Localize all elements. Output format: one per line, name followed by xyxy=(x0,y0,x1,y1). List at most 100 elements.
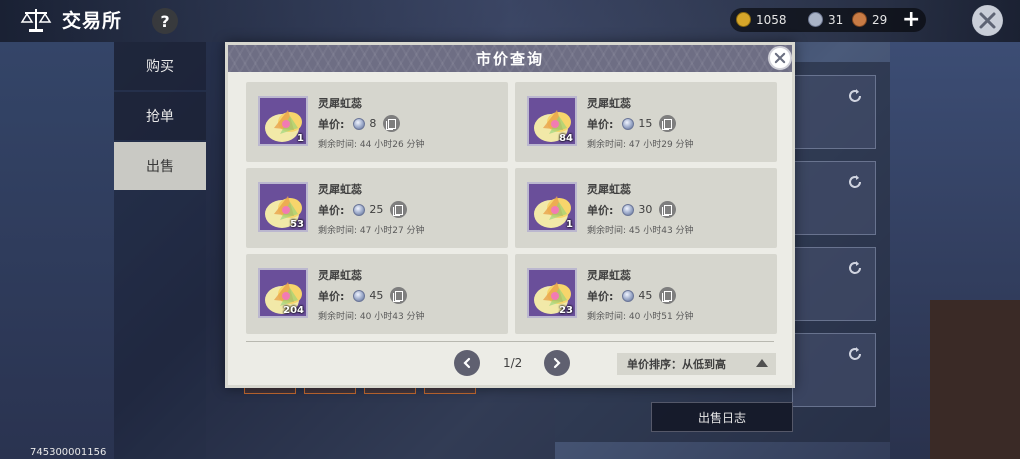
item-quantity: 84 xyxy=(559,133,573,144)
item-name: 灵犀虹蕊 xyxy=(318,269,362,282)
copy-icon[interactable] xyxy=(659,287,677,304)
currency-value: 1058 xyxy=(756,12,787,27)
listing-card[interactable]: 1 灵犀虹蕊 单价: 30 剩余时间: 45 小时43 分钟 xyxy=(515,168,777,248)
item-name: 灵犀虹蕊 xyxy=(587,97,631,110)
copy-icon[interactable] xyxy=(390,287,408,304)
next-page-button[interactable] xyxy=(544,350,570,376)
remaining-time: 剩余时间: 40 小时51 分钟 xyxy=(587,309,694,322)
item-name: 灵犀虹蕊 xyxy=(318,183,362,196)
copy-icon[interactable] xyxy=(659,115,677,132)
copy-icon[interactable] xyxy=(390,201,408,218)
item-thumbnail: 84 xyxy=(527,96,577,146)
chevron-right-icon xyxy=(553,357,561,369)
refresh-icon[interactable] xyxy=(847,260,863,276)
silver-orb-icon xyxy=(353,203,366,216)
item-quantity: 23 xyxy=(559,305,573,316)
copy-icon[interactable] xyxy=(383,115,401,132)
remaining-time: 剩余时间: 47 小时29 分钟 xyxy=(587,137,694,150)
listing-card[interactable]: 1 灵犀虹蕊 单价: 8 剩余时间: 44 小时26 分钟 xyxy=(246,82,508,162)
currency-gold: 1058 xyxy=(736,12,787,27)
remaining-time: 剩余时间: 44 小时26 分钟 xyxy=(318,137,425,150)
tab-buy[interactable]: 购买 xyxy=(114,42,206,90)
time-label: 剩余时间: xyxy=(587,140,627,150)
dialog-header: 市价查询 xyxy=(228,45,792,72)
price-label: 单价: xyxy=(587,117,614,131)
close-icon[interactable] xyxy=(768,46,792,70)
copy-icon[interactable] xyxy=(659,201,677,218)
time-value: 47 小时27 分钟 xyxy=(359,226,425,236)
copper-orb-icon xyxy=(852,12,867,27)
item-thumbnail: 23 xyxy=(527,268,577,318)
refresh-icon[interactable] xyxy=(847,174,863,190)
help-button[interactable]: ? xyxy=(152,8,178,34)
currency-value: 31 xyxy=(828,12,844,27)
listing-card[interactable]: 204 灵犀虹蕊 单价: 45 剩余时间: 40 小时43 分钟 xyxy=(246,254,508,334)
unit-price: 30 xyxy=(638,203,653,216)
time-value: 45 小时43 分钟 xyxy=(628,226,694,236)
page-indicator: 1/2 xyxy=(503,356,523,370)
unit-price: 25 xyxy=(369,203,384,216)
chevron-up-icon xyxy=(756,359,768,367)
remaining-time: 剩余时间: 40 小时43 分钟 xyxy=(318,309,425,322)
price-row: 单价: 45 xyxy=(318,287,408,304)
item-quantity: 1 xyxy=(297,133,304,144)
price-label: 单价: xyxy=(318,289,345,303)
silver-orb-icon xyxy=(353,289,366,302)
price-label: 单价: xyxy=(318,203,345,217)
item-name: 灵犀虹蕊 xyxy=(587,183,631,196)
item-quantity: 1 xyxy=(566,219,573,230)
currency-value: 29 xyxy=(872,12,888,27)
prev-page-button[interactable] xyxy=(454,350,480,376)
unit-price: 45 xyxy=(369,289,384,302)
listing-card[interactable]: 23 灵犀虹蕊 单价: 45 剩余时间: 40 小时51 分钟 xyxy=(515,254,777,334)
item-thumbnail: 1 xyxy=(258,96,308,146)
sort-label: 单价排序：从低到高 xyxy=(627,358,726,371)
item-thumbnail: 204 xyxy=(258,268,308,318)
sort-dropdown[interactable]: 单价排序：从低到高 xyxy=(617,353,776,375)
close-icon[interactable] xyxy=(972,5,1003,36)
sale-slot[interactable] xyxy=(792,333,876,407)
sale-log-button[interactable]: 出售日志 xyxy=(651,402,793,432)
listing-card[interactable]: 53 灵犀虹蕊 单价: 25 剩余时间: 47 小时27 分钟 xyxy=(246,168,508,248)
time-label: 剩余时间: xyxy=(318,312,358,322)
unit-price: 15 xyxy=(638,117,653,130)
silver-orb-icon xyxy=(622,117,635,130)
currency-bar: 1058 31 29 + xyxy=(730,7,926,32)
price-row: 单价: 45 xyxy=(587,287,677,304)
refresh-icon[interactable] xyxy=(847,346,863,362)
silver-orb-icon xyxy=(622,289,635,302)
item-name: 灵犀虹蕊 xyxy=(318,97,362,110)
item-name: 灵犀虹蕊 xyxy=(587,269,631,282)
time-value: 47 小时29 分钟 xyxy=(628,140,694,150)
price-label: 单价: xyxy=(587,203,614,217)
listing-card[interactable]: 84 灵犀虹蕊 单价: 15 剩余时间: 47 小时29 分钟 xyxy=(515,82,777,162)
side-tabs: 购买 抢单 出售 xyxy=(114,42,206,192)
item-thumbnail: 1 xyxy=(527,182,577,232)
silver-orb-icon xyxy=(622,203,635,216)
time-value: 44 小时26 分钟 xyxy=(359,140,425,150)
currency-copper: 29 xyxy=(852,12,887,27)
sale-slot[interactable] xyxy=(792,247,876,321)
time-label: 剩余时间: xyxy=(587,312,627,322)
unit-price: 8 xyxy=(369,117,377,130)
silver-orb-icon xyxy=(808,12,823,27)
divider xyxy=(246,341,774,342)
item-thumbnail: 53 xyxy=(258,182,308,232)
time-label: 剩余时间: xyxy=(318,140,358,150)
market-price-dialog: 市价查询 1 灵犀虹蕊 单价: 8 剩余时间: 44 小时26 分钟 84 灵犀… xyxy=(225,42,795,388)
sale-slot[interactable] xyxy=(792,75,876,149)
time-label: 剩余时间: xyxy=(587,226,627,236)
currency-silver: 31 xyxy=(808,12,843,27)
page-title: 交易所 xyxy=(62,10,123,32)
tab-grab-order[interactable]: 抢单 xyxy=(114,92,206,140)
player-uid: 745300001156 xyxy=(30,447,107,458)
refresh-icon[interactable] xyxy=(847,88,863,104)
add-currency-button[interactable]: + xyxy=(902,7,920,32)
price-label: 单价: xyxy=(587,289,614,303)
tab-sell[interactable]: 出售 xyxy=(114,142,206,190)
price-row: 单价: 30 xyxy=(587,201,677,218)
item-quantity: 204 xyxy=(283,305,304,316)
time-value: 40 小时51 分钟 xyxy=(628,312,694,322)
remaining-time: 剩余时间: 47 小时27 分钟 xyxy=(318,223,425,236)
sale-slot[interactable] xyxy=(792,161,876,235)
